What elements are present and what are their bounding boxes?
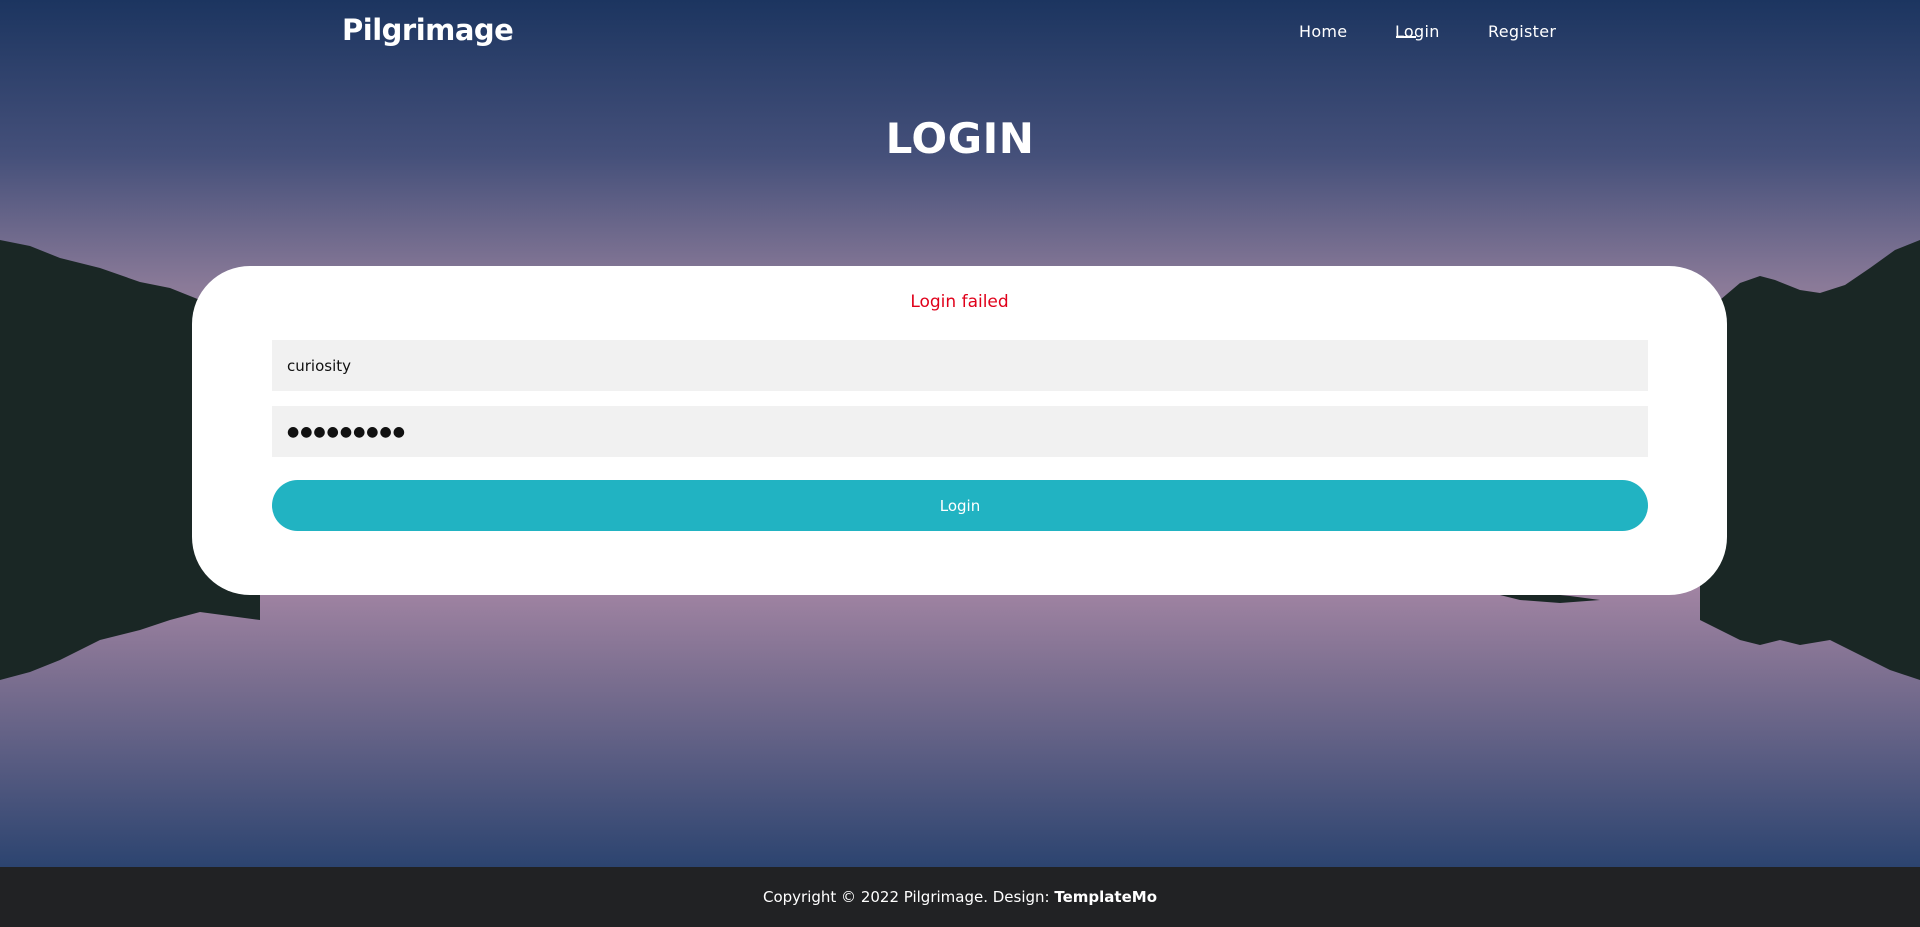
main-nav: Home Login Register	[0, 22, 1920, 46]
page-title: LOGIN	[885, 114, 1035, 163]
login-error-message: Login failed	[910, 292, 1009, 312]
footer-copyright: Copyright © 2022 Pilgrimage. Design:	[762, 888, 1055, 906]
footer-design-link[interactable]: TemplateMo	[1054, 888, 1157, 906]
login-button[interactable]: Login	[272, 480, 1648, 531]
nav-active-indicator	[1396, 36, 1416, 38]
password-input[interactable]	[272, 406, 1648, 457]
site-footer: Copyright © 2022 Pilgrimage. Design: Tem…	[0, 867, 1920, 927]
login-card: Login failed Login	[192, 266, 1727, 595]
nav-home[interactable]: Home	[1299, 22, 1347, 41]
nav-login[interactable]: Login	[1395, 22, 1440, 41]
right-mountain	[1700, 240, 1920, 680]
site-header: Pilgrimage Home Login Register	[0, 0, 1920, 66]
nav-register[interactable]: Register	[1488, 22, 1556, 41]
username-input[interactable]	[272, 340, 1648, 391]
